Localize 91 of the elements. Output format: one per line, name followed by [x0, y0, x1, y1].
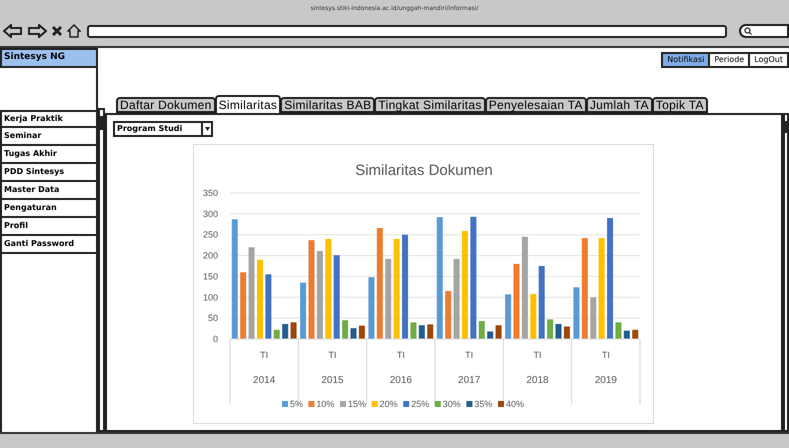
legend-label: 40% [506, 399, 524, 409]
search-icon [744, 27, 752, 35]
app-title: Sintesys NG [0, 48, 98, 68]
search-field[interactable] [739, 24, 789, 38]
axis-category-label: TI [260, 350, 268, 360]
axis-category-label: 2014 [253, 375, 276, 386]
bar [573, 287, 580, 339]
bar [530, 294, 536, 339]
bar [590, 297, 596, 339]
legend-item: 5% [282, 399, 304, 409]
bar [240, 272, 246, 339]
legend-item: 35% [466, 399, 492, 409]
legend-label: 20% [380, 399, 398, 409]
bar [350, 328, 356, 339]
chart-title: Similaritas Dokumen [355, 162, 493, 179]
tab[interactable]: Penyelesaian TA [484, 97, 587, 113]
sidebar-item[interactable]: Profil [0, 218, 98, 236]
bar [265, 274, 272, 339]
sidebar-item[interactable]: PDD Sintesys [0, 164, 98, 182]
bar [564, 326, 570, 339]
sidebar-item[interactable]: Tugas Akhir [0, 146, 98, 164]
tab[interactable]: Topik TA [652, 97, 708, 113]
tab[interactable]: Similaritas [214, 95, 282, 113]
scrollbar[interactable] [783, 113, 789, 432]
header-button[interactable]: Notifikasi [661, 52, 710, 68]
home-icon[interactable] [67, 24, 81, 38]
tab[interactable]: Tingkat Similaritas [374, 97, 486, 113]
axis-tick-label: 350 [202, 188, 218, 198]
sidebar-item[interactable]: Kerja Praktik [0, 110, 98, 128]
axis-category-label: 2015 [321, 375, 344, 386]
legend-item: 25% [403, 399, 430, 409]
caret-icon [204, 127, 210, 131]
bar [615, 322, 622, 339]
bar [290, 322, 297, 339]
axis-category-label: TI [396, 350, 405, 360]
tab[interactable]: Jumlah TA [586, 97, 653, 113]
axis-category-label: TI [602, 350, 610, 360]
program-dropdown[interactable]: Program Studi [113, 121, 213, 137]
tab[interactable]: Daftar Dokumen [116, 97, 216, 113]
bar [300, 282, 306, 339]
legend-item: 15% [340, 399, 366, 409]
axis-tick-label: 0 [212, 334, 218, 344]
axis-category-label: 2017 [458, 375, 480, 386]
sidebar-item[interactable]: Pengaturan [0, 200, 98, 218]
axis-category-label: TI [534, 350, 542, 360]
bar [478, 321, 485, 339]
axis-tick-label: 100 [202, 292, 218, 302]
legend-item: 40% [498, 399, 524, 409]
bar [410, 322, 416, 339]
bar [418, 325, 425, 339]
bar [496, 325, 502, 339]
close-icon[interactable] [51, 25, 63, 37]
axis-tick-label: 250 [202, 230, 218, 240]
header-button[interactable]: Periode [708, 52, 750, 68]
tab[interactable]: Similaritas BAB [280, 97, 376, 113]
axis-category-label: TI [328, 350, 336, 360]
axis-tick-label: 200 [202, 250, 218, 261]
bar [547, 319, 554, 339]
forward-icon[interactable] [27, 24, 47, 38]
back-icon[interactable] [3, 24, 23, 38]
header-button[interactable]: LogOut [748, 52, 789, 68]
axis-category-label: TI [465, 350, 474, 360]
bar [505, 294, 512, 339]
legend-label: 15% [348, 399, 366, 409]
bar [427, 324, 434, 339]
scrollbar[interactable] [98, 108, 105, 432]
legend-label: 35% [474, 399, 492, 409]
sidebar-item[interactable]: Ganti Password [0, 236, 98, 254]
bar [368, 277, 374, 339]
axis-category-label: 2018 [526, 375, 549, 386]
bar [556, 324, 562, 339]
axis-tick-label: 300 [202, 208, 218, 219]
sidebar-item[interactable]: Master Data [0, 182, 98, 200]
bar [342, 320, 348, 339]
legend-label: 10% [316, 399, 334, 409]
sidebar-item[interactable]: Seminar [0, 128, 98, 146]
bar [358, 326, 365, 339]
legend-label: 25% [411, 399, 430, 409]
axis-category-label: 2016 [390, 375, 412, 386]
bar [445, 291, 452, 339]
bar [487, 332, 494, 339]
address-field[interactable] [87, 24, 727, 38]
legend-label: 30% [442, 399, 461, 409]
legend-item: 20% [372, 399, 398, 409]
axis-category-label: 2019 [594, 375, 617, 386]
legend-label: 5% [290, 399, 304, 409]
axis-tick-label: 50 [208, 313, 218, 324]
bar [282, 324, 288, 339]
axis-tick-label: 150 [202, 271, 218, 282]
legend-item: 10% [308, 399, 334, 409]
legend-item: 30% [434, 399, 461, 409]
